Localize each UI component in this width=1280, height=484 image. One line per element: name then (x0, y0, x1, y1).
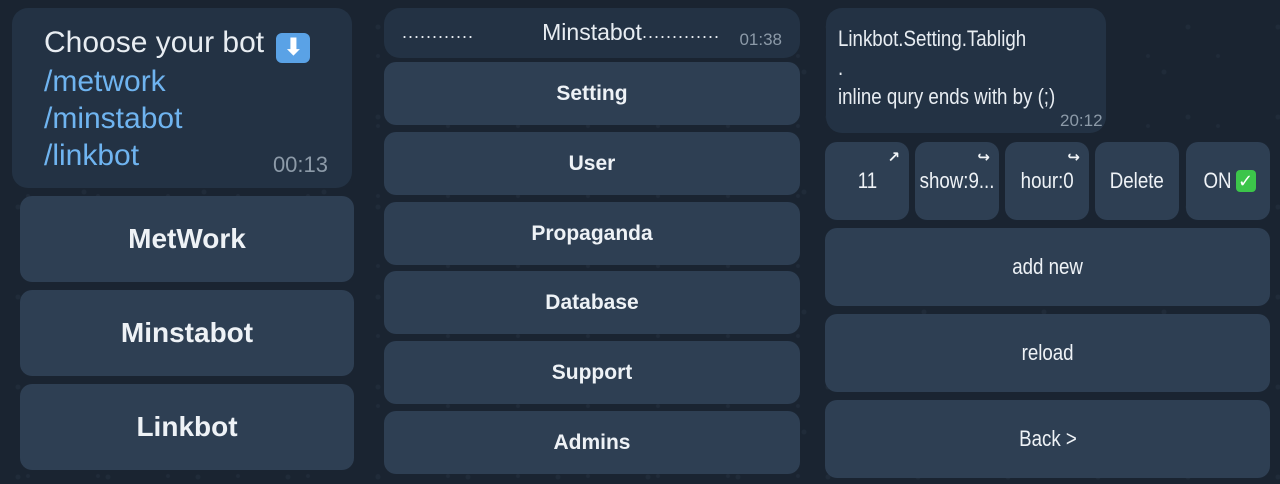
message-line-1: Linkbot.Setting.Tabligh (838, 26, 1027, 51)
message-line-3: inline qury ends with by (;) (838, 84, 1056, 109)
add-new-button[interactable]: add new (825, 228, 1270, 306)
add-new-label: add new (1012, 254, 1083, 279)
hour-button[interactable]: hour:0 ↪ (1005, 142, 1089, 220)
reload-label: reload (1021, 340, 1074, 365)
forward-arrow-icon: ↪ (1067, 149, 1080, 166)
show-button[interactable]: show:9... ↪ (915, 142, 999, 220)
show-label: show:9... (919, 168, 995, 193)
check-mark-icon: ✓ (1235, 170, 1256, 192)
message-line-2: . (838, 55, 844, 80)
external-arrow-icon: ↗ (887, 149, 900, 166)
message-bubble: Linkbot.Setting.Tabligh . inline qury en… (826, 8, 1106, 133)
count-label: 11 (857, 168, 877, 193)
reload-button[interactable]: reload (825, 314, 1270, 392)
back-button[interactable]: Back > (825, 400, 1270, 478)
delete-label: Delete (1109, 168, 1165, 193)
on-label: ON (1202, 168, 1232, 193)
back-label: Back > (1018, 426, 1077, 451)
hour-label: hour:0 (1020, 168, 1074, 193)
count-button[interactable]: 11 ↗ (825, 142, 909, 220)
panel-linkbot-setting: Linkbot.Setting.Tabligh . inline qury en… (0, 0, 1280, 484)
delete-button[interactable]: Delete (1095, 142, 1179, 220)
forward-arrow-icon: ↪ (977, 149, 990, 166)
message-time: 20:12 (1060, 111, 1103, 130)
on-toggle-button[interactable]: ON ✓ (1186, 142, 1270, 220)
